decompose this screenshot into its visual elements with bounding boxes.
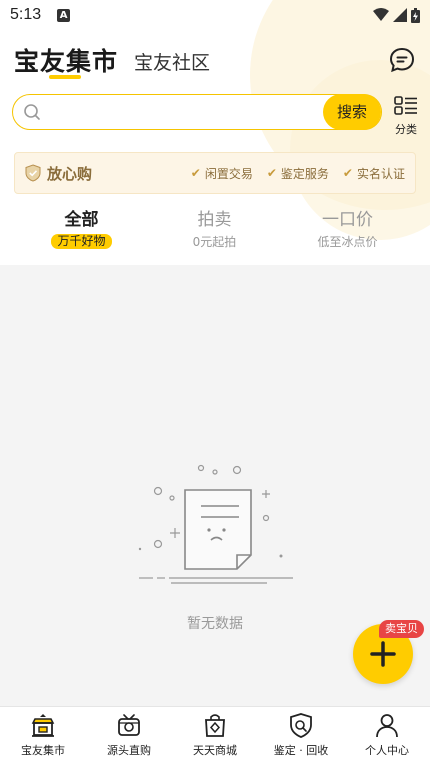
nav-label: 个人中心	[365, 744, 409, 757]
feature-label: 鉴定服务	[280, 166, 329, 181]
tab-title: 全部	[64, 210, 99, 230]
search-button[interactable]: 搜索	[323, 93, 381, 130]
nav-label: 宝友集市	[21, 744, 65, 757]
nav-profile[interactable]: 个人中心	[344, 707, 430, 764]
tab-title: 拍卖	[197, 210, 232, 230]
assurance-features: ✔ 闲置交易 ✔ 鉴定服务 ✔ 实名认证	[191, 165, 405, 182]
tab-title: 一口价	[322, 210, 373, 230]
notification-app-icon: A	[57, 8, 71, 22]
empty-document-icon	[138, 464, 293, 584]
feature-item: ✔ 实名认证	[343, 165, 405, 182]
search-icon	[24, 104, 40, 120]
check-icon: ✔	[342, 166, 353, 180]
nav-label: 天天商城	[193, 744, 237, 757]
feature-label: 实名认证	[356, 166, 405, 181]
battery-icon	[411, 7, 420, 23]
camera-shop-icon	[118, 714, 140, 736]
assurance-title: 放心购	[47, 164, 93, 183]
tab-all[interactable]: 全部 万千好物	[15, 205, 148, 265]
status-time: 5:13	[10, 6, 42, 23]
appraise-shield-icon	[290, 713, 312, 738]
wifi-icon	[373, 8, 389, 21]
shopping-bag-icon	[205, 714, 225, 737]
check-icon: ✔	[266, 166, 277, 180]
feature-item: ✔ 闲置交易	[191, 165, 253, 182]
nav-daily-mall[interactable]: 天天商城	[172, 707, 258, 764]
feature-label: 闲置交易	[204, 166, 253, 181]
app-header: 宝友集市 宝友社区	[0, 40, 430, 90]
active-tab-indicator	[49, 75, 81, 79]
nav-label: 源头直购	[107, 744, 151, 757]
listing-tabs: 全部 万千好物 拍卖 0元起拍 一口价 低至冰点价	[0, 205, 430, 265]
market-icon	[31, 714, 55, 737]
bottom-navigation: 宝友集市 源头直购 天天商城 鉴定 · 回收 个人中心	[0, 706, 430, 764]
nav-label: 鉴定 · 回收	[273, 744, 329, 757]
category-list-icon	[394, 96, 417, 115]
tab-subtitle: 万千好物	[51, 234, 112, 249]
search-bar: 搜索	[12, 93, 382, 130]
sell-badge[interactable]: 卖宝贝	[379, 620, 424, 638]
tab-subtitle: 0元起拍	[192, 235, 237, 249]
status-bar: 5:13 A	[0, 0, 430, 30]
category-button[interactable]: 分类	[392, 96, 420, 136]
nav-appraise-recycle[interactable]: 鉴定 · 回收	[258, 707, 344, 764]
category-label: 分类	[395, 123, 417, 136]
nav-market[interactable]: 宝友集市	[0, 707, 86, 764]
signal-icon	[393, 8, 407, 22]
feature-item: ✔ 鉴定服务	[267, 165, 329, 182]
check-icon: ✔	[190, 166, 201, 180]
tab-community-title[interactable]: 宝友社区	[134, 48, 210, 75]
tab-auction[interactable]: 拍卖 0元起拍	[148, 205, 281, 265]
tab-subtitle: 低至冰点价	[317, 235, 378, 249]
person-icon	[376, 714, 398, 738]
search-input[interactable]	[49, 99, 329, 125]
tab-fixed-price[interactable]: 一口价 低至冰点价	[281, 205, 414, 265]
nav-source-direct[interactable]: 源头直购	[86, 707, 172, 764]
assurance-banner[interactable]: 放心购 ✔ 闲置交易 ✔ 鉴定服务 ✔ 实名认证	[14, 152, 416, 194]
tab-market-title[interactable]: 宝友集市	[14, 42, 118, 78]
shield-check-icon	[25, 164, 41, 182]
message-icon[interactable]	[388, 46, 416, 74]
